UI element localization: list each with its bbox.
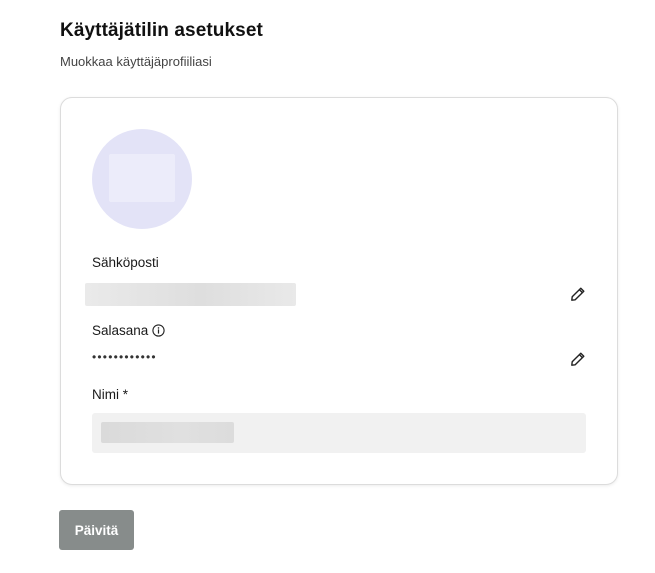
- profile-card: Sähköposti Salasana •••••••••••• Nimi *: [60, 97, 618, 485]
- name-label: Nimi *: [92, 387, 128, 402]
- edit-email-button[interactable]: [569, 285, 587, 303]
- page-subtitle: Muokkaa käyttäjäprofiiliasi: [60, 54, 212, 69]
- password-label-text: Salasana: [92, 323, 149, 338]
- password-masked-value: ••••••••••••: [92, 350, 157, 364]
- pencil-icon: [571, 352, 585, 366]
- name-value-redacted: [101, 422, 234, 443]
- avatar-image-placeholder: [109, 154, 175, 202]
- page-title: Käyttäjätilin asetukset: [60, 20, 263, 41]
- account-settings-page: Käyttäjätilin asetukset Muokkaa käyttäjä…: [0, 0, 655, 573]
- name-input[interactable]: [92, 413, 586, 453]
- edit-password-button[interactable]: [569, 350, 587, 368]
- email-value-redacted: [85, 283, 296, 306]
- password-label: Salasana: [92, 323, 165, 338]
- update-button[interactable]: Päivitä: [59, 510, 134, 550]
- email-label: Sähköposti: [92, 255, 159, 270]
- pencil-icon: [571, 287, 585, 301]
- profile-avatar[interactable]: [92, 129, 192, 229]
- info-icon[interactable]: [152, 324, 165, 337]
